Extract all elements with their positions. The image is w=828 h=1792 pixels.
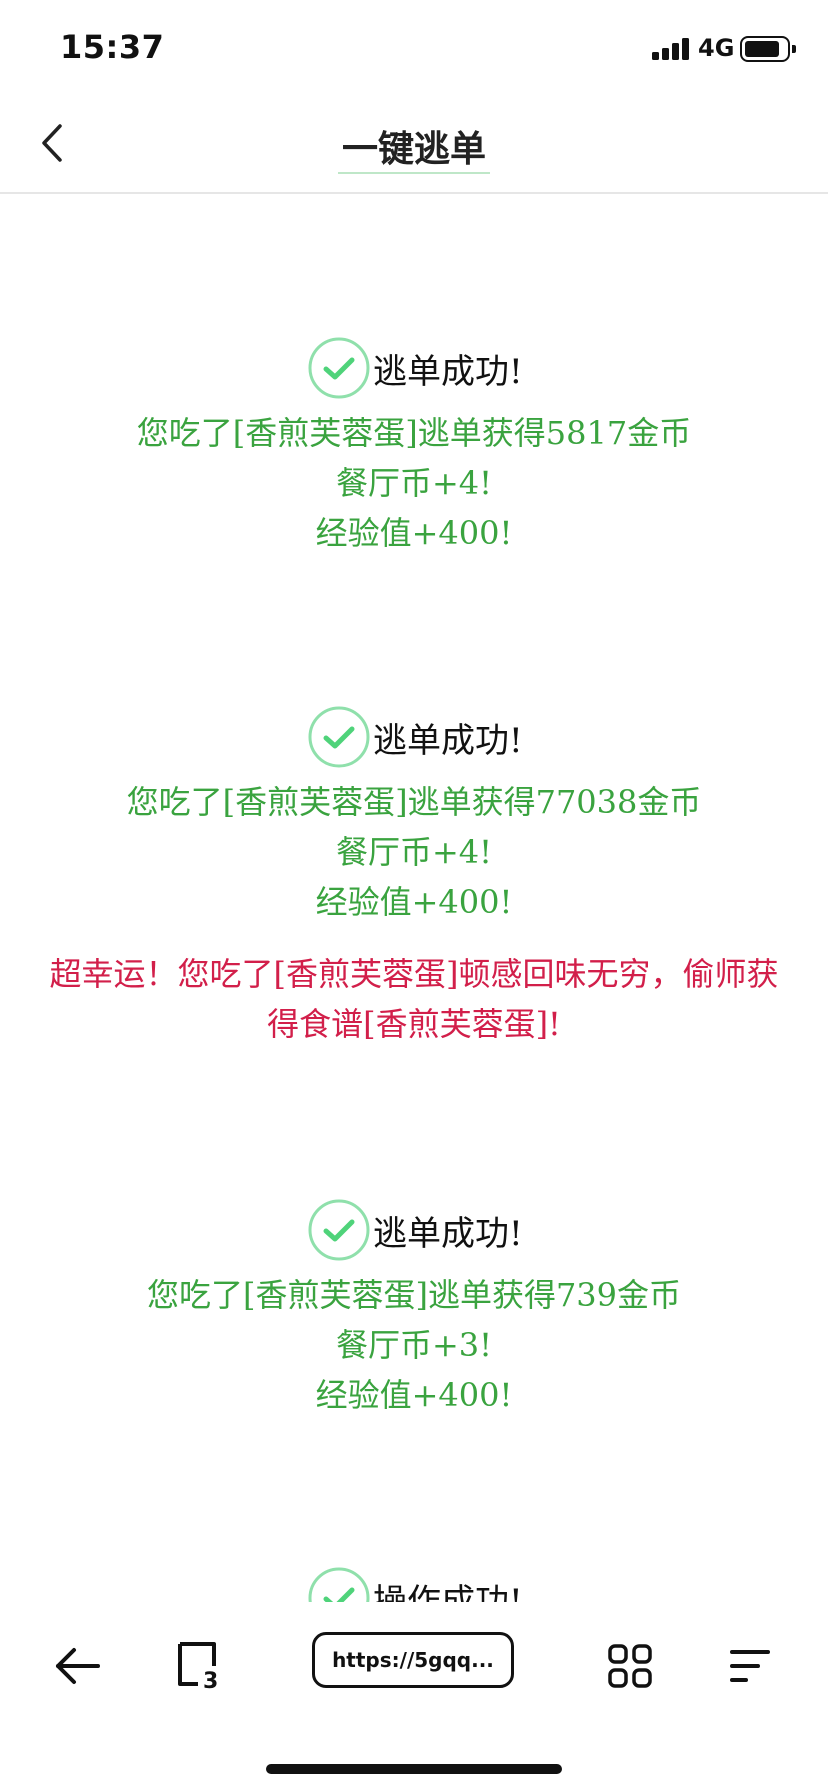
result-item: 逃单成功! 您吃了[香煎芙蓉蛋]逃单获得5817金币 餐厅币+4! 经验值+40… xyxy=(0,336,828,558)
tabs-button[interactable]: 3 xyxy=(170,1638,226,1694)
status-bar: 15:37 4G xyxy=(0,0,828,100)
result-coin-line: 餐厅币+4! xyxy=(335,464,493,502)
browser-toolbar: 3 https://5gqq... xyxy=(0,1602,828,1792)
result-coin-line: 餐厅币+3! xyxy=(335,1326,493,1364)
grid-icon xyxy=(608,1644,652,1688)
result-exp-line: 经验值+400! xyxy=(315,1376,513,1414)
result-item: 操作成功! xyxy=(0,1566,828,1602)
result-item: 逃单成功! 您吃了[香煎芙蓉蛋]逃单获得77038金币 餐厅币+4! 经验值+4… xyxy=(0,705,828,1049)
url-bar[interactable]: https://5gqq... xyxy=(312,1632,514,1688)
network-label: 4G xyxy=(698,34,735,62)
apps-button[interactable] xyxy=(602,1638,658,1694)
nav-header: 一键逃单 xyxy=(0,100,828,194)
page-title: 一键逃单 xyxy=(0,120,828,174)
browser-back-button[interactable] xyxy=(50,1638,106,1694)
check-circle-icon xyxy=(308,706,370,768)
result-reward-line: 您吃了[香煎芙蓉蛋]逃单获得5817金币 xyxy=(136,414,692,452)
check-circle-icon xyxy=(308,337,370,399)
result-exp-line: 经验值+400! xyxy=(315,514,513,552)
result-title: 操作成功! xyxy=(373,1582,523,1602)
results-list: 逃单成功! 您吃了[香煎芙蓉蛋]逃单获得5817金币 餐厅币+4! 经验值+40… xyxy=(0,194,828,1602)
home-indicator xyxy=(266,1764,562,1774)
tabs-icon: 3 xyxy=(178,1642,218,1694)
result-reward-line: 您吃了[香煎芙蓉蛋]逃单获得739金币 xyxy=(146,1276,682,1314)
menu-icon xyxy=(730,1650,770,1682)
result-reward-line: 您吃了[香煎芙蓉蛋]逃单获得77038金币 xyxy=(126,783,702,821)
back-arrow-icon xyxy=(56,1648,100,1684)
tabs-count: 3 xyxy=(203,1669,218,1694)
result-title: 逃单成功! xyxy=(373,352,523,392)
signal-icon xyxy=(652,38,692,60)
result-coin-line: 餐厅币+4! xyxy=(335,833,493,871)
battery-icon xyxy=(740,36,796,62)
status-time: 15:37 xyxy=(60,28,165,66)
result-title: 逃单成功! xyxy=(373,721,523,761)
bonus-recipe-message: 超幸运！您吃了[香煎芙蓉蛋]顿感回味无穷，偷师获得食谱[香煎芙蓉蛋]! xyxy=(49,955,779,1043)
result-exp-line: 经验值+400! xyxy=(315,883,513,921)
menu-button[interactable] xyxy=(722,1638,778,1694)
result-title: 逃单成功! xyxy=(373,1214,523,1254)
result-item: 逃单成功! 您吃了[香煎芙蓉蛋]逃单获得739金币 餐厅币+3! 经验值+400… xyxy=(0,1198,828,1420)
check-circle-icon xyxy=(308,1199,370,1261)
check-circle-icon xyxy=(308,1567,370,1602)
